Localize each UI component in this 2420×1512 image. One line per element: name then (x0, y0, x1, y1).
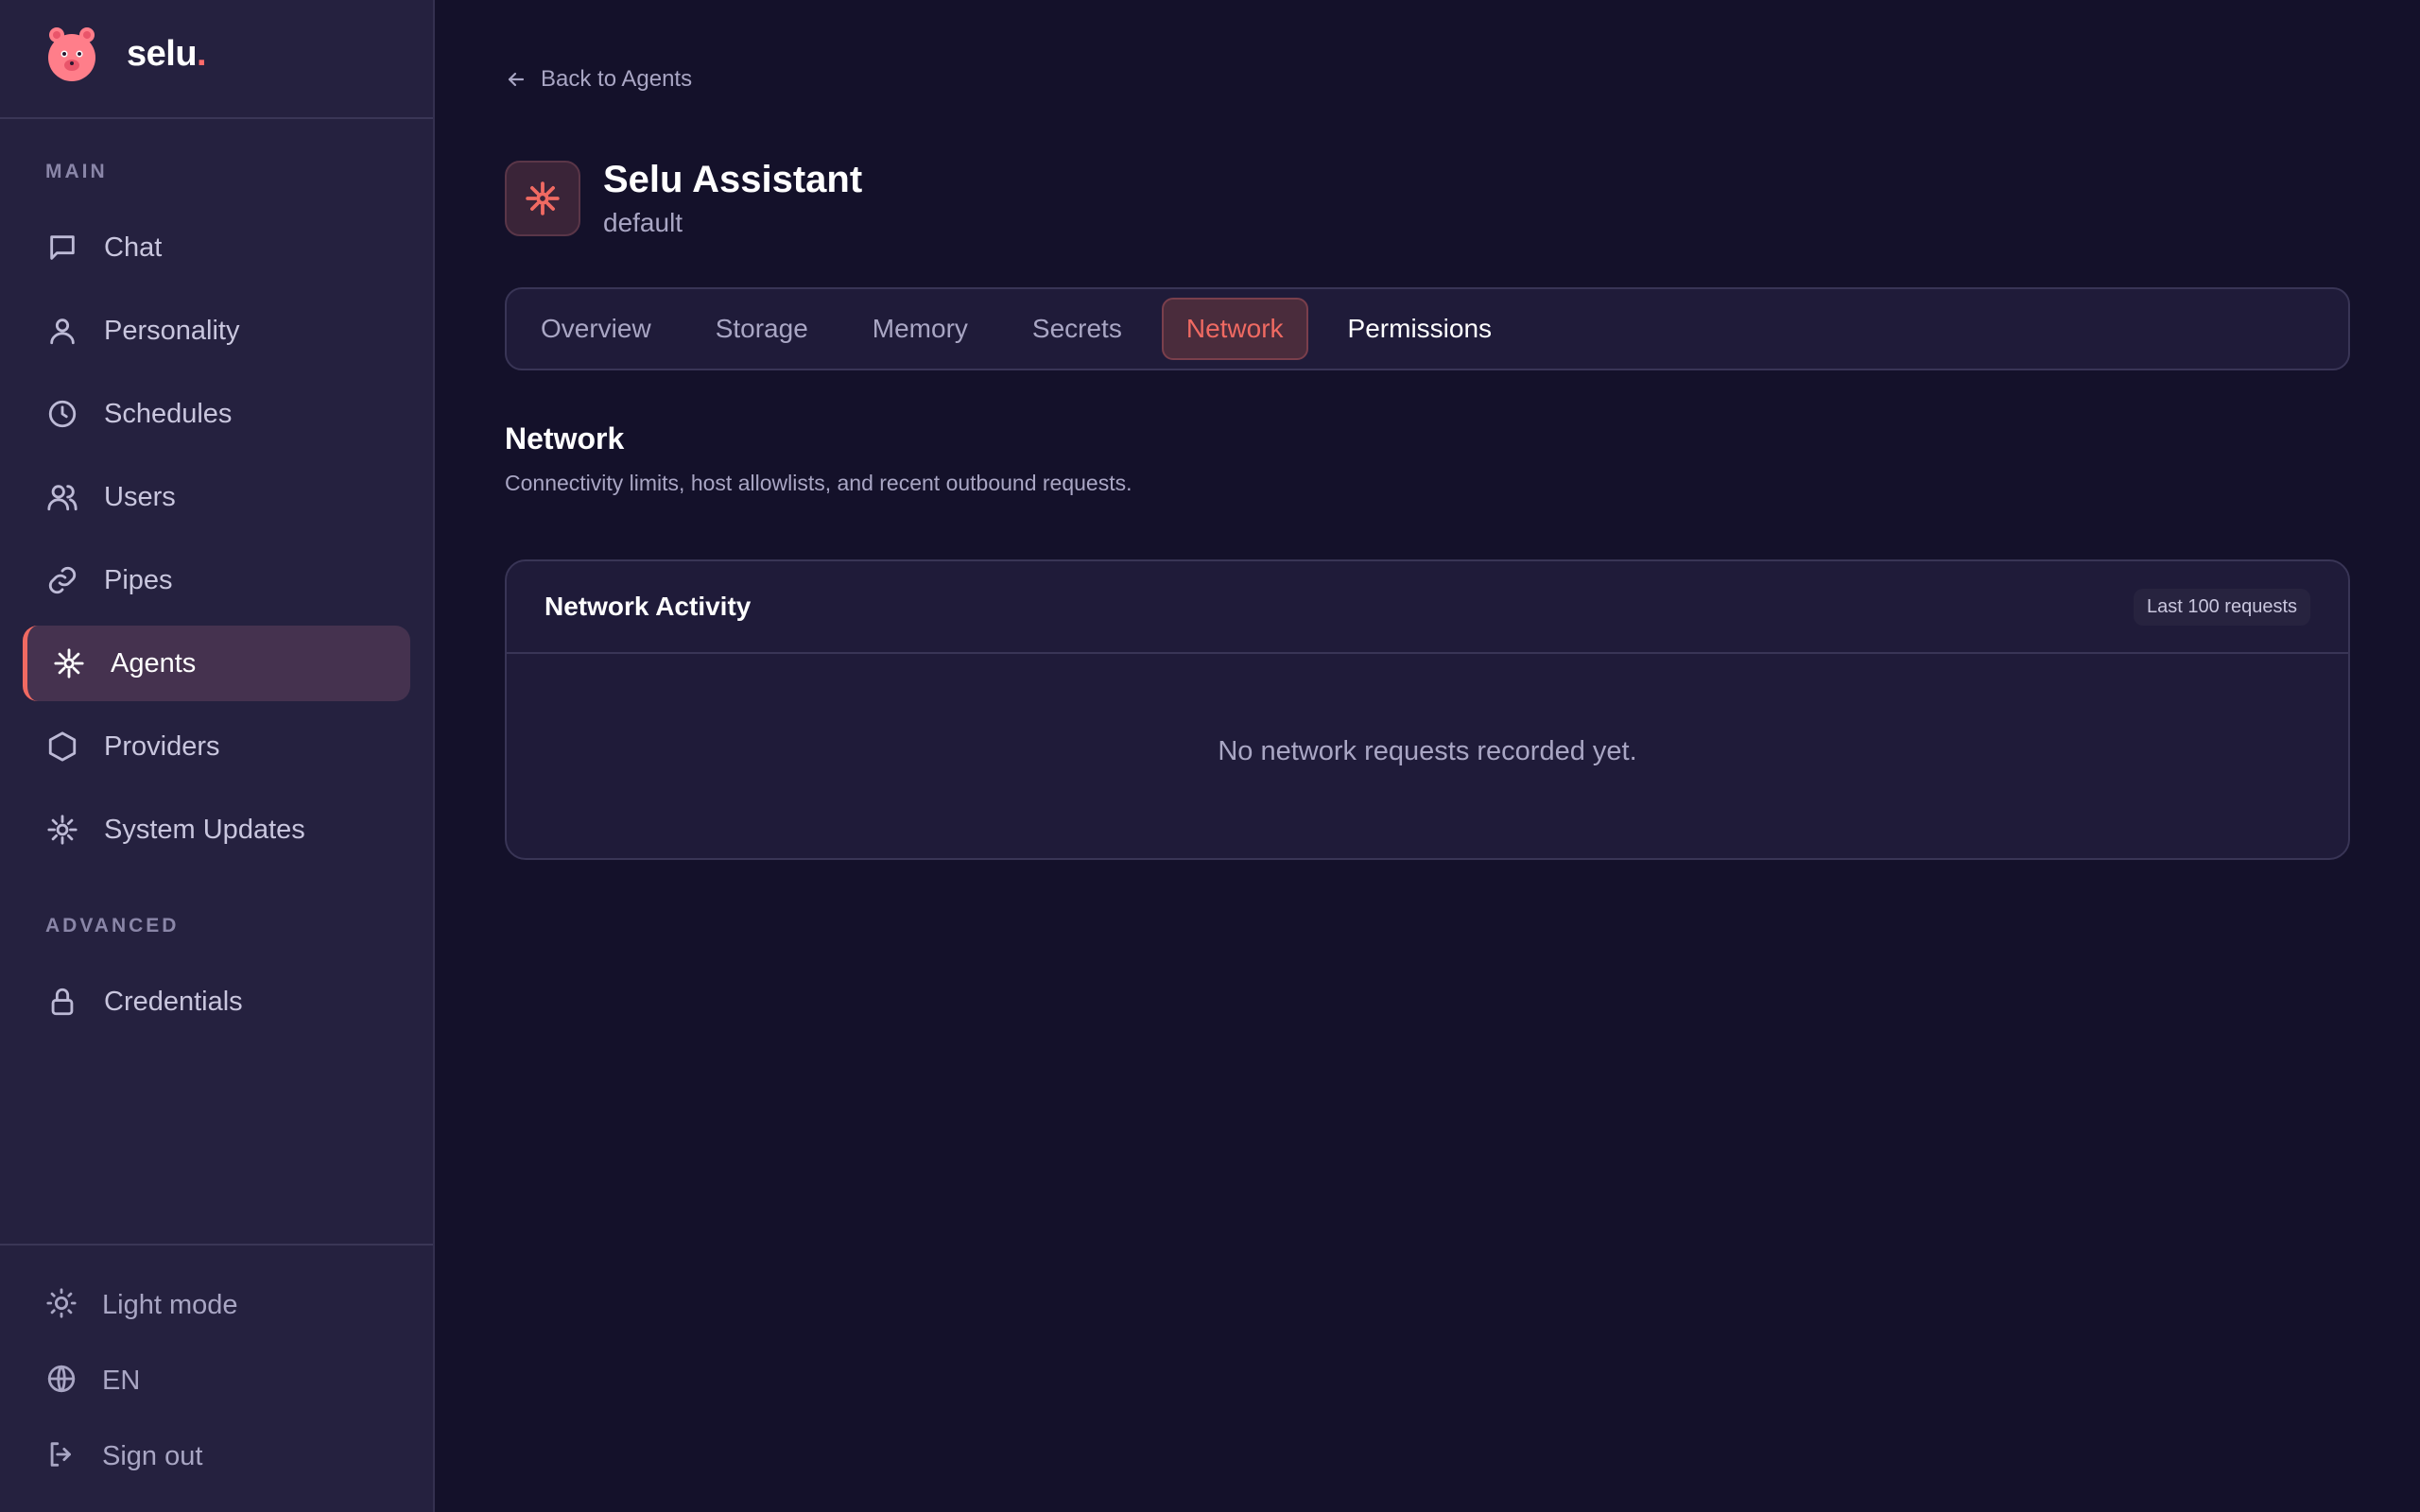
sidebar-item-agents[interactable]: Agents (23, 626, 410, 701)
users-icon (45, 480, 79, 514)
sidebar-item-providers[interactable]: Providers (23, 709, 410, 784)
network-activity-card: Network Activity Last 100 requests No ne… (505, 559, 2350, 860)
section-label-advanced: ADVANCED (45, 915, 180, 936)
sidebar-item-users[interactable]: Users (23, 459, 410, 535)
globe-icon (45, 1363, 78, 1400)
card-header: Network Activity Last 100 requests (507, 561, 2348, 654)
brand-name: selu (127, 33, 198, 74)
app-root: selu. MAIN Chat Personality Schedules Us… (0, 0, 2420, 1512)
sign-out-button[interactable]: Sign out (45, 1438, 202, 1475)
card-title: Network Activity (544, 592, 752, 621)
sidebar: selu. MAIN Chat Personality Schedules Us… (0, 0, 435, 1512)
agent-id: default (603, 208, 683, 237)
sidebar-item-label: Credentials (104, 986, 243, 1017)
sidebar-item-label: Agents (111, 647, 197, 679)
sparkle-icon (45, 813, 79, 847)
sidebar-item-label: Personality (104, 315, 240, 346)
tab-overview[interactable]: Overview (516, 298, 676, 360)
tab-secrets[interactable]: Secrets (1008, 298, 1147, 360)
sign-out-label: Sign out (102, 1441, 203, 1471)
arrow-left-icon (508, 72, 525, 87)
empty-state-message: No network requests recorded yet. (1218, 735, 1637, 766)
lock-icon (45, 985, 79, 1019)
sidebar-item-credentials[interactable]: Credentials (23, 964, 410, 1040)
main-content: Back to Agents Selu Assistant default Ov… (435, 0, 2420, 1512)
sidebar-item-schedules[interactable]: Schedules (23, 376, 410, 452)
agent-icon (52, 646, 86, 680)
brand-dot: . (197, 33, 207, 74)
sidebar-item-personality[interactable]: Personality (23, 293, 410, 369)
sign-out-icon (45, 1438, 78, 1475)
sidebar-item-pipes[interactable]: Pipes (23, 542, 410, 618)
agent-header: Selu Assistant default (505, 159, 862, 238)
bear-logo-icon (45, 26, 98, 82)
requests-limit-badge: Last 100 requests (2134, 588, 2310, 626)
theme-toggle-label: Light mode (102, 1290, 238, 1320)
agent-icon (526, 181, 560, 215)
back-to-agents-link[interactable]: Back to Agents (505, 66, 692, 93)
clock-icon (45, 397, 79, 431)
tab-permissions[interactable]: Permissions (1323, 298, 1516, 360)
sidebar-item-label: System Updates (104, 814, 305, 845)
agent-avatar (505, 161, 580, 236)
user-icon (45, 314, 79, 348)
section-label-main: MAIN (45, 161, 108, 182)
brand[interactable]: selu. (0, 0, 433, 119)
back-label: Back to Agents (541, 66, 693, 92)
sidebar-item-label: Users (104, 481, 176, 512)
language-selector[interactable]: EN (45, 1363, 140, 1400)
section-title: Network (505, 421, 625, 455)
chat-bubble-icon (45, 231, 79, 265)
tab-network[interactable]: Network (1161, 298, 1308, 360)
hexagon-icon (45, 730, 79, 764)
theme-toggle[interactable]: Light mode (45, 1287, 238, 1324)
tab-memory[interactable]: Memory (848, 298, 993, 360)
sidebar-item-label: Providers (104, 730, 220, 762)
language-label: EN (102, 1366, 141, 1396)
sun-icon (45, 1287, 78, 1324)
sidebar-item-label: Schedules (104, 398, 233, 429)
tab-storage[interactable]: Storage (691, 298, 833, 360)
section-description: Connectivity limits, host allowlists, an… (505, 471, 1132, 495)
sidebar-item-chat[interactable]: Chat (23, 210, 410, 285)
sidebar-item-label: Pipes (104, 564, 173, 595)
agent-name: Selu Assistant (603, 159, 863, 200)
sidebar-item-system-updates[interactable]: System Updates (23, 792, 410, 868)
link-icon (45, 563, 79, 597)
sidebar-item-label: Chat (104, 232, 163, 263)
agent-tabs: Overview Storage Memory Secrets Network … (505, 287, 2350, 370)
sidebar-divider (0, 1244, 433, 1246)
